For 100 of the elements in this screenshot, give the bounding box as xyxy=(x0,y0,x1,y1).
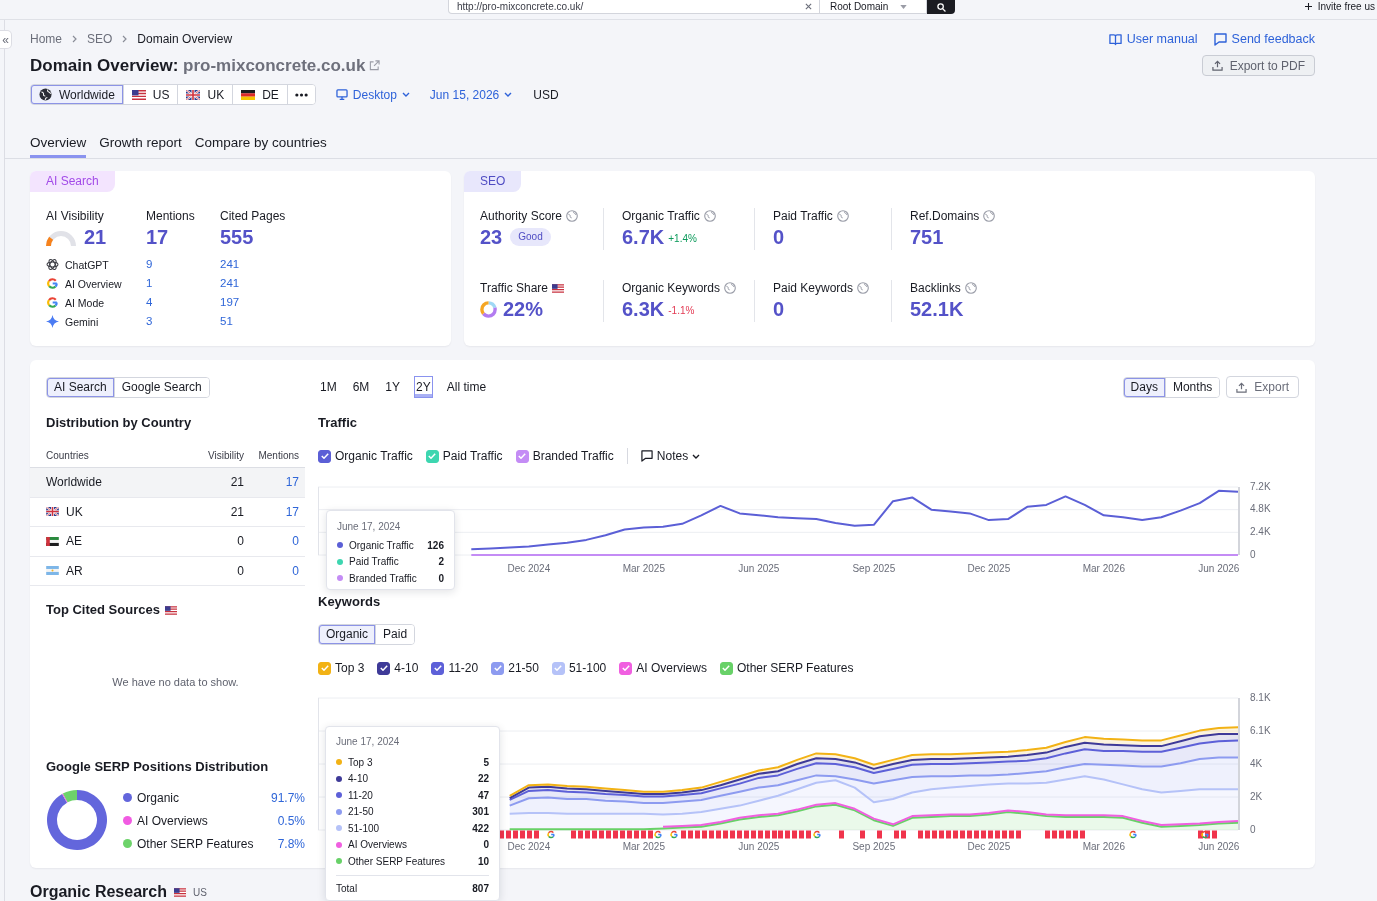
country-row[interactable]: Worldwide 21 17 xyxy=(30,468,305,498)
search-field[interactable]: http://pro-mixconcrete.co.uk/ xyxy=(448,0,820,14)
marker-icon[interactable] xyxy=(960,830,965,839)
notes-dropdown[interactable]: Notes xyxy=(640,449,701,463)
marker-icon[interactable] xyxy=(571,830,576,839)
marker-icon[interactable] xyxy=(799,830,804,839)
marker-icon[interactable] xyxy=(1080,830,1085,839)
marker-icon[interactable] xyxy=(1052,830,1057,839)
marker-icon[interactable] xyxy=(592,830,597,839)
checkbox[interactable] xyxy=(318,661,331,675)
marker-icon[interactable] xyxy=(1002,830,1007,839)
range-tab[interactable]: 2Y xyxy=(414,376,433,398)
marker-icon[interactable] xyxy=(1205,830,1210,839)
marker-icon[interactable] xyxy=(606,830,611,839)
marker-icon[interactable] xyxy=(716,830,721,839)
marker-icon[interactable] xyxy=(1198,830,1203,839)
range-tab[interactable]: 1Y xyxy=(383,376,403,398)
marker-icon[interactable] xyxy=(520,830,525,839)
range-tab[interactable]: 1M xyxy=(318,376,339,398)
marker-icon[interactable] xyxy=(709,830,714,839)
date-dropdown[interactable]: Jun 15, 2026 xyxy=(429,87,513,102)
marker-icon[interactable] xyxy=(751,830,756,839)
g-logo-icon[interactable] xyxy=(813,830,821,839)
marker-icon[interactable] xyxy=(785,830,790,839)
checkbox[interactable] xyxy=(491,661,505,675)
checkbox[interactable] xyxy=(619,661,633,675)
marker-icon[interactable] xyxy=(681,830,686,839)
marker-icon[interactable] xyxy=(778,830,783,839)
g-logo-icon[interactable] xyxy=(547,830,555,839)
range-tab[interactable]: All time xyxy=(444,376,489,398)
marker-icon[interactable] xyxy=(527,830,532,839)
checkbox[interactable] xyxy=(318,449,331,463)
marker-icon[interactable] xyxy=(953,830,958,839)
invite-link[interactable]: Invite free us xyxy=(1304,0,1377,13)
marker-icon[interactable] xyxy=(995,830,1000,839)
marker-icon[interactable] xyxy=(925,830,930,839)
country-row[interactable]: AE 0 0 xyxy=(30,527,305,557)
external-link-icon[interactable] xyxy=(369,60,381,71)
marker-icon[interactable] xyxy=(981,830,986,839)
marker-icon[interactable] xyxy=(695,830,700,839)
feedback-link[interactable]: Send feedback xyxy=(1213,31,1315,47)
marker-icon[interactable] xyxy=(1059,830,1064,839)
marker-icon[interactable] xyxy=(1066,830,1071,839)
g-logo-icon[interactable] xyxy=(654,830,662,839)
marker-icon[interactable] xyxy=(634,830,639,839)
marker-icon[interactable] xyxy=(688,830,693,839)
marker-icon[interactable] xyxy=(918,830,923,839)
country-row[interactable]: AR 0 0 xyxy=(30,556,305,586)
checkbox[interactable] xyxy=(431,661,445,675)
marker-icon[interactable] xyxy=(744,830,749,839)
marker-icon[interactable] xyxy=(730,830,735,839)
marker-icon[interactable] xyxy=(946,830,951,839)
search-button[interactable] xyxy=(927,0,955,14)
checkbox[interactable] xyxy=(377,661,391,675)
tab[interactable]: Overview xyxy=(30,128,87,158)
keyword-type-tab[interactable]: Organic xyxy=(319,624,377,644)
marker-icon[interactable] xyxy=(792,830,797,839)
marker-icon[interactable] xyxy=(702,830,707,839)
marker-icon[interactable] xyxy=(620,830,625,839)
marker-icon[interactable] xyxy=(723,830,728,839)
marker-icon[interactable] xyxy=(806,830,811,839)
marker-icon[interactable] xyxy=(737,830,742,839)
device-dropdown[interactable]: Desktop xyxy=(335,87,410,102)
marker-icon[interactable] xyxy=(578,830,583,839)
marker-icon[interactable] xyxy=(894,830,899,839)
marker-icon[interactable] xyxy=(1009,830,1014,839)
marker-icon[interactable] xyxy=(1073,830,1078,839)
marker-icon[interactable] xyxy=(758,830,763,839)
marker-icon[interactable] xyxy=(967,830,972,839)
g-logo-icon[interactable] xyxy=(670,830,678,839)
range-tab[interactable]: 6M xyxy=(350,376,372,398)
breadcrumb-link[interactable]: SEO xyxy=(87,31,113,47)
marker-icon[interactable] xyxy=(627,830,632,839)
marker-icon[interactable] xyxy=(772,830,777,839)
marker-icon[interactable] xyxy=(877,830,882,839)
g-logo-icon[interactable] xyxy=(1201,830,1209,839)
marker-icon[interactable] xyxy=(513,830,518,839)
marker-icon[interactable] xyxy=(901,830,906,839)
export-button[interactable]: Export xyxy=(1226,376,1299,398)
marker-icon[interactable] xyxy=(974,830,979,839)
checkbox[interactable] xyxy=(425,449,439,463)
export-pdf-button[interactable]: Export to PDF xyxy=(1201,55,1315,76)
marker-icon[interactable] xyxy=(648,830,653,839)
marker-icon[interactable] xyxy=(641,830,646,839)
marker-icon[interactable] xyxy=(1045,830,1050,839)
breadcrumb-link[interactable]: Home xyxy=(30,31,62,47)
marker-icon[interactable] xyxy=(939,830,944,839)
granularity-tab[interactable]: Days xyxy=(1123,377,1166,397)
location-tab[interactable]: Worldwide xyxy=(31,85,124,104)
marker-icon[interactable] xyxy=(860,830,865,839)
sidebar-toggle[interactable]: « xyxy=(0,30,12,49)
marker-icon[interactable] xyxy=(1212,830,1217,839)
marker-icon[interactable] xyxy=(932,830,937,839)
marker-icon[interactable] xyxy=(1016,830,1021,839)
source-tab[interactable]: AI Search xyxy=(47,377,115,397)
country-row[interactable]: UK 21 17 xyxy=(30,497,305,527)
g-logo-icon[interactable] xyxy=(1129,830,1137,839)
close-icon[interactable] xyxy=(805,3,812,10)
marker-icon[interactable] xyxy=(585,830,590,839)
checkbox[interactable] xyxy=(719,661,733,675)
